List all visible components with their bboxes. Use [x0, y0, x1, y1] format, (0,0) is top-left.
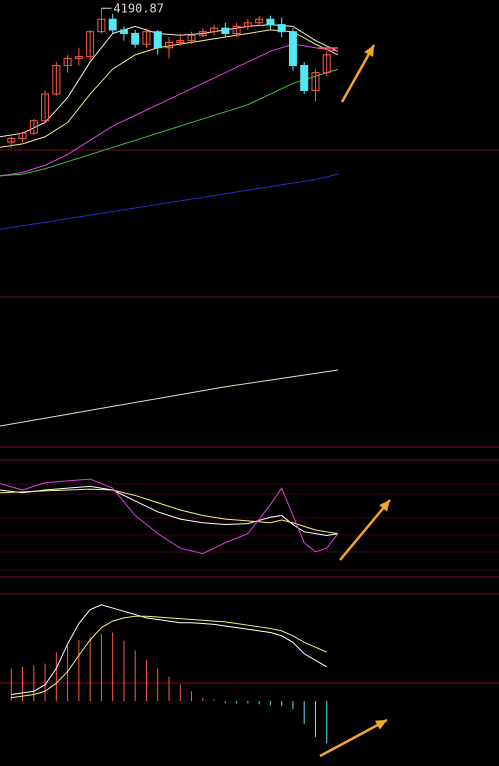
macd-histogram [10, 632, 328, 744]
kdj-arrow-shaft [339, 499, 391, 561]
ma-line-2 [0, 43, 339, 177]
candle-body-24 [277, 24, 286, 33]
kdj-indicator-panel[interactable] [0, 478, 391, 561]
panel-separators [0, 149, 499, 684]
candle-body-9 [108, 18, 117, 31]
price-panel[interactable]: 4190.87 [0, 1, 376, 230]
high-price-marker: 4190.87 [101, 1, 164, 15]
candle-body-25 [288, 31, 297, 67]
candle-body-26 [300, 65, 309, 91]
candlesticks[interactable] [7, 8, 338, 148]
high-price-label: 4190.87 [113, 1, 164, 15]
candle-body-11 [131, 32, 140, 45]
stock-chart[interactable]: 4190.87 [0, 0, 499, 766]
candle-body-13 [153, 31, 162, 49]
macd-indicator-panel[interactable] [10, 604, 388, 758]
kdj-lines [0, 478, 339, 555]
kdj-up-arrow [339, 499, 391, 561]
candle-body-23 [266, 18, 275, 26]
kdj-line-1 [0, 488, 339, 535]
up-trend-arrow [340, 44, 376, 103]
candle-body-19 [221, 27, 230, 34]
macd-arrow-shaft [319, 718, 388, 758]
ma-line-3 [0, 68, 339, 177]
macd-up-arrow [319, 718, 388, 758]
volume-panel[interactable] [0, 369, 339, 427]
ma-line-4 [0, 173, 339, 230]
volume-trend-line [0, 369, 339, 427]
candle-body-10 [119, 29, 128, 34]
